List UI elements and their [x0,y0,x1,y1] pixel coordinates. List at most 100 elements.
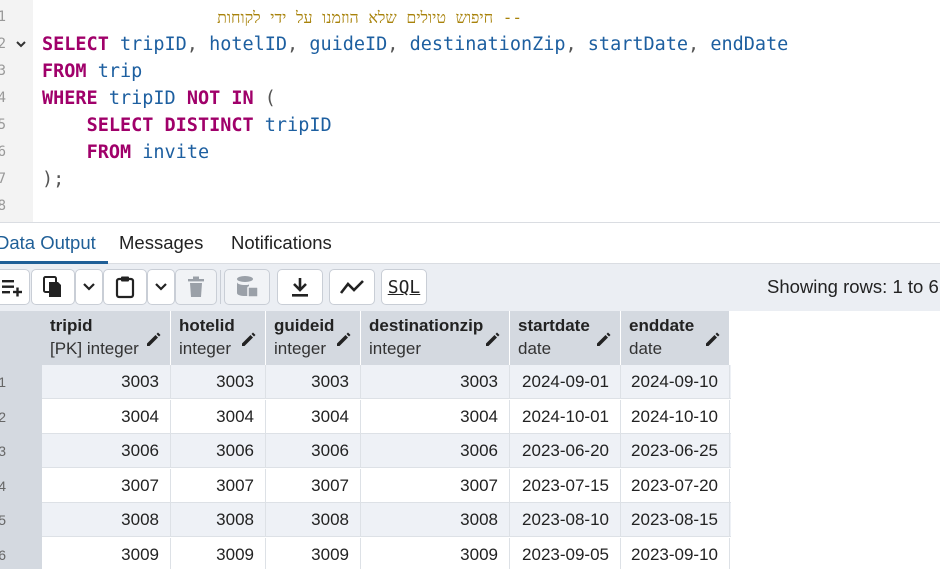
sql-keyword: NOT IN [186,88,254,109]
table-row[interactable]: 3004 3004 3004 3004 2024-10-01 2024-10-10 [42,399,731,434]
pencil-icon[interactable] [334,330,352,348]
column-type: integer [179,339,231,358]
cell-destinationzip[interactable]: 3006 [361,434,510,468]
code-line[interactable]: WHERE tripID NOT IN ( [42,85,276,112]
cell-startdate[interactable]: 2023-08-10 [510,503,621,537]
table-row[interactable]: 3009 3009 3009 3009 2023-09-05 2023-09-10 [42,537,731,569]
cell-guideid[interactable]: 3008 [266,503,361,537]
cell-tripid[interactable]: 3008 [42,503,171,537]
table-row[interactable]: 3007 3007 3007 3007 2023-07-15 2023-07-20 [42,468,731,503]
cell-hotelid[interactable]: 3003 [171,365,266,399]
table-row[interactable]: 3006 3006 3006 3006 2023-06-20 2023-06-25 [42,434,731,468]
code-line[interactable]: FROM trip [42,58,142,85]
row-number[interactable]: 4 [0,469,6,503]
cell-startdate[interactable]: 2023-07-15 [510,468,621,503]
column-header-startdate[interactable]: startdate date [510,311,621,365]
sql-identifier: tripID [253,115,332,136]
line-number: 8 [0,198,6,214]
cell-enddate[interactable]: 2023-09-10 [621,537,730,569]
pencil-icon[interactable] [144,330,162,348]
row-number[interactable]: 3 [0,434,6,468]
code-line[interactable]: ); [42,166,64,193]
cell-enddate[interactable]: 2024-10-10 [621,399,730,434]
column-header-destinationzip[interactable]: destinationzip integer [361,311,510,365]
graph-visualiser-button[interactable] [329,269,375,305]
pencil-icon[interactable] [483,330,501,348]
table-row[interactable]: 3003 3003 3003 3003 2024-09-01 2024-09-10 [42,365,731,399]
pencil-icon[interactable] [239,330,257,348]
cell-guideid[interactable]: 3007 [266,468,361,503]
column-header-guideid[interactable]: guideid integer [266,311,361,365]
column-header-enddate[interactable]: enddate date [621,311,730,365]
paste-button[interactable] [103,269,147,305]
code-line[interactable]: FROM invite [42,139,210,166]
row-number[interactable]: 6 [0,538,6,569]
fold-chevron-icon[interactable] [14,37,28,51]
paste-options-dropdown[interactable] [147,269,175,305]
sql-keyword: WHERE [42,88,98,109]
line-number: 6 [0,144,6,160]
code-line[interactable]: -- חיפוש טיולים שלא הוזמנו על ידי לקוחות [42,4,522,31]
column-header-tripid[interactable]: tripid [PK] integer [42,311,171,365]
copy-options-dropdown[interactable] [75,269,103,305]
pencil-icon[interactable] [594,330,612,348]
column-name: enddate [629,316,695,335]
cell-startdate[interactable]: 2024-09-01 [510,365,621,399]
sql-identifier: hotelID [209,34,288,55]
add-row-button[interactable] [0,269,30,305]
sql-punctuation: ); [42,169,65,190]
cell-guideid[interactable]: 3004 [266,399,361,434]
cell-enddate[interactable]: 2023-07-20 [621,468,730,503]
cell-tripid[interactable]: 3006 [42,434,171,468]
sql-punctuation: ( [253,88,276,109]
tab-messages[interactable]: Messages [119,223,203,264]
cell-destinationzip[interactable]: 3003 [361,365,510,399]
tab-notifications[interactable]: Notifications [231,223,332,264]
sql-identifier: guideID [309,34,388,55]
cell-guideid[interactable]: 3006 [266,434,361,468]
save-data-button[interactable] [224,269,270,305]
cell-startdate[interactable]: 2023-06-20 [510,434,621,468]
cell-startdate[interactable]: 2024-10-01 [510,399,621,434]
cell-enddate[interactable]: 2023-06-25 [621,434,730,468]
graph-icon [339,280,364,294]
cell-startdate[interactable]: 2023-09-05 [510,537,621,569]
row-number[interactable]: 5 [0,503,6,537]
save-results-sql-button[interactable]: SQL [381,269,427,305]
sql-punctuation: , [186,34,210,55]
cell-destinationzip[interactable]: 3004 [361,399,510,434]
code-line[interactable]: SELECT DISTINCT tripID [42,112,332,139]
column-name: destinationzip [369,316,484,335]
sql-punctuation: , [387,34,410,55]
row-number[interactable]: 2 [0,400,6,434]
column-name: startdate [518,316,590,335]
download-button[interactable] [277,269,323,305]
cell-hotelid[interactable]: 3006 [171,434,266,468]
cell-enddate[interactable]: 2024-09-10 [621,365,730,399]
cell-enddate[interactable]: 2023-08-15 [621,503,730,537]
cell-guideid[interactable]: 3003 [266,365,361,399]
cell-tripid[interactable]: 3004 [42,399,171,434]
cell-guideid[interactable]: 3009 [266,537,361,569]
query-editor[interactable]: -- חיפוש טיולים שלא הוזמנו על ידי לקוחות… [0,0,940,222]
cell-hotelid[interactable]: 3009 [171,537,266,569]
cell-tripid[interactable]: 3007 [42,468,171,503]
table-row[interactable]: 3008 3008 3008 3008 2023-08-10 2023-08-15 [42,503,731,537]
cell-destinationzip[interactable]: 3009 [361,537,510,569]
tab-data-output[interactable]: Data Output [0,223,96,264]
pencil-icon[interactable] [703,330,721,348]
delete-button[interactable] [175,269,217,305]
cell-destinationzip[interactable]: 3008 [361,503,510,537]
cell-destinationzip[interactable]: 3007 [361,468,510,503]
code-line[interactable]: SELECT tripID, hotelID, guideID, destina… [42,31,788,58]
copy-button[interactable] [31,269,75,305]
cell-tripid[interactable]: 3009 [42,537,171,569]
cell-hotelid[interactable]: 3004 [171,399,266,434]
cell-tripid[interactable]: 3003 [42,365,171,399]
row-number[interactable]: 1 [0,365,6,399]
cell-hotelid[interactable]: 3008 [171,503,266,537]
chevron-down-icon [155,283,167,291]
sql-keyword: SELECT DISTINCT [86,115,254,136]
cell-hotelid[interactable]: 3007 [171,468,266,503]
column-header-hotelid[interactable]: hotelid integer [171,311,266,365]
